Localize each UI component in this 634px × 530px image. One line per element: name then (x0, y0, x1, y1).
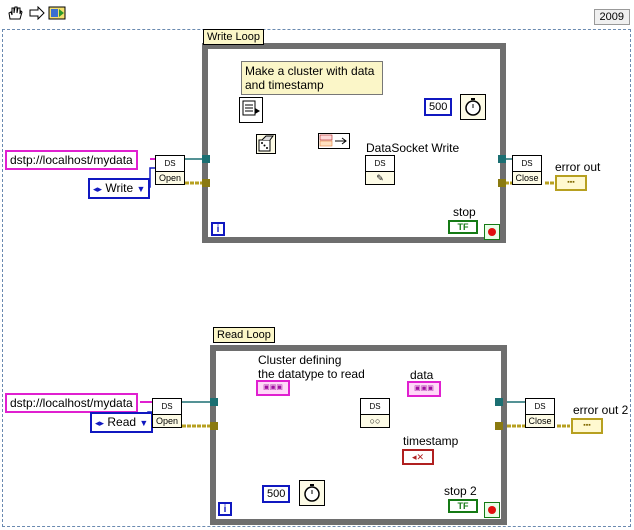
ds-icon: DS (153, 399, 181, 415)
open-label: Open (155, 416, 179, 426)
read-note: Cluster defining the datatype to read (258, 353, 365, 381)
write-note: Make a cluster with data and timestamp (241, 61, 383, 95)
read-wait-ms-constant[interactable]: 500 (262, 485, 291, 503)
chevron-down-icon[interactable]: ▼ (139, 418, 148, 428)
close-label: Close (528, 416, 552, 426)
bundle-function[interactable] (318, 133, 350, 149)
ds-icon: DS (526, 399, 554, 415)
read-note-line-2: the datatype to read (258, 367, 365, 381)
read-stop-label: stop 2 (444, 484, 477, 498)
write-wait-ms-constant[interactable]: 500 (424, 98, 453, 116)
random-number-vi[interactable] (256, 134, 276, 154)
read-note-line-1: Cluster defining (258, 353, 342, 367)
write-loop-label: Write Loop (203, 29, 264, 45)
wait-ms-vi[interactable] (460, 94, 486, 120)
timestamp-label: timestamp (403, 434, 459, 448)
glasses-icon: ○○ (369, 416, 381, 426)
ds-icon: DS (366, 156, 394, 172)
write-error-out-indicator[interactable]: ▪▪▪ (555, 175, 587, 191)
enum-left-arrows-icon: ◂▸ (95, 418, 105, 428)
chevron-down-icon[interactable]: ▼ (137, 184, 146, 194)
write-mode-enum[interactable]: ◂▸ Write ▼ (88, 178, 151, 199)
read-mode-value: Read (107, 415, 137, 429)
type-cluster-constant[interactable]: ▣▣▣ (256, 380, 290, 396)
ds-icon: DS (361, 399, 389, 415)
read-refnum-in-tunnel (210, 398, 218, 406)
datasocket-close-vi[interactable]: DS Close (512, 155, 542, 185)
write-loop-condition-icon[interactable] (484, 224, 500, 240)
read-stop-button[interactable]: TF (448, 499, 478, 513)
write-note-line-1: Make a cluster with data (245, 64, 375, 78)
read-url-constant[interactable]: dstp://localhost/mydata (5, 393, 138, 413)
data-indicator[interactable]: ▣▣▣ (407, 381, 441, 397)
write-iteration-terminal: i (211, 222, 225, 236)
read-loop-label: Read Loop (213, 327, 275, 343)
write-url-constant[interactable]: dstp://localhost/mydata (5, 150, 138, 170)
write-stop-button[interactable]: TF (448, 220, 478, 234)
pencil-icon: ✎ (376, 173, 384, 183)
write-stop-label: stop (453, 205, 476, 219)
write-error-out-label: error out (555, 160, 601, 174)
datasocket-open-vi[interactable]: DS Open (155, 155, 185, 185)
ds-icon: DS (513, 156, 541, 172)
write-mode-value: Write (105, 181, 134, 195)
dice-icon (258, 135, 274, 152)
write-refnum-out-tunnel (498, 155, 506, 163)
close-label: Close (515, 173, 539, 183)
enum-left-arrows-icon: ◂▸ (93, 184, 103, 194)
write-note-line-2: and timestamp (245, 78, 324, 92)
datasocket-write-vi[interactable]: DS ✎ (365, 155, 395, 185)
write-refnum-in-tunnel (202, 155, 210, 163)
ds-icon: DS (156, 156, 184, 172)
data-label: data (410, 368, 434, 382)
stopwatch-icon (465, 98, 481, 116)
read-mode-enum[interactable]: ◂▸ Read ▼ (90, 412, 154, 433)
calendar-clock-icon (242, 100, 260, 116)
write-error-out-tunnel (498, 179, 506, 187)
datasocket-write-label: DataSocket Write (366, 141, 460, 155)
datasocket-read-vi[interactable]: DS ○○ (360, 398, 390, 428)
timestamp-indicator[interactable]: ◂✕ (402, 449, 434, 465)
bundle-icon (319, 134, 347, 147)
read-loop-condition-icon[interactable] (484, 502, 500, 518)
read-refnum-out-tunnel (495, 398, 503, 406)
read-iteration-terminal: i (218, 502, 232, 516)
write-error-in-tunnel (202, 179, 210, 187)
read-error-out-label: error out 2 (573, 403, 629, 417)
datasocket-close-vi-read[interactable]: DS Close (525, 398, 555, 428)
stopwatch-icon (304, 484, 320, 502)
get-datetime-vi[interactable] (239, 97, 263, 123)
read-error-out-indicator[interactable]: ▪▪▪ (571, 418, 603, 434)
open-label: Open (158, 173, 182, 183)
datasocket-open-vi-read[interactable]: DS Open (152, 398, 182, 428)
read-error-in-tunnel (210, 422, 218, 430)
wait-ms-vi-read[interactable] (299, 480, 325, 506)
read-error-out-tunnel (495, 422, 503, 430)
